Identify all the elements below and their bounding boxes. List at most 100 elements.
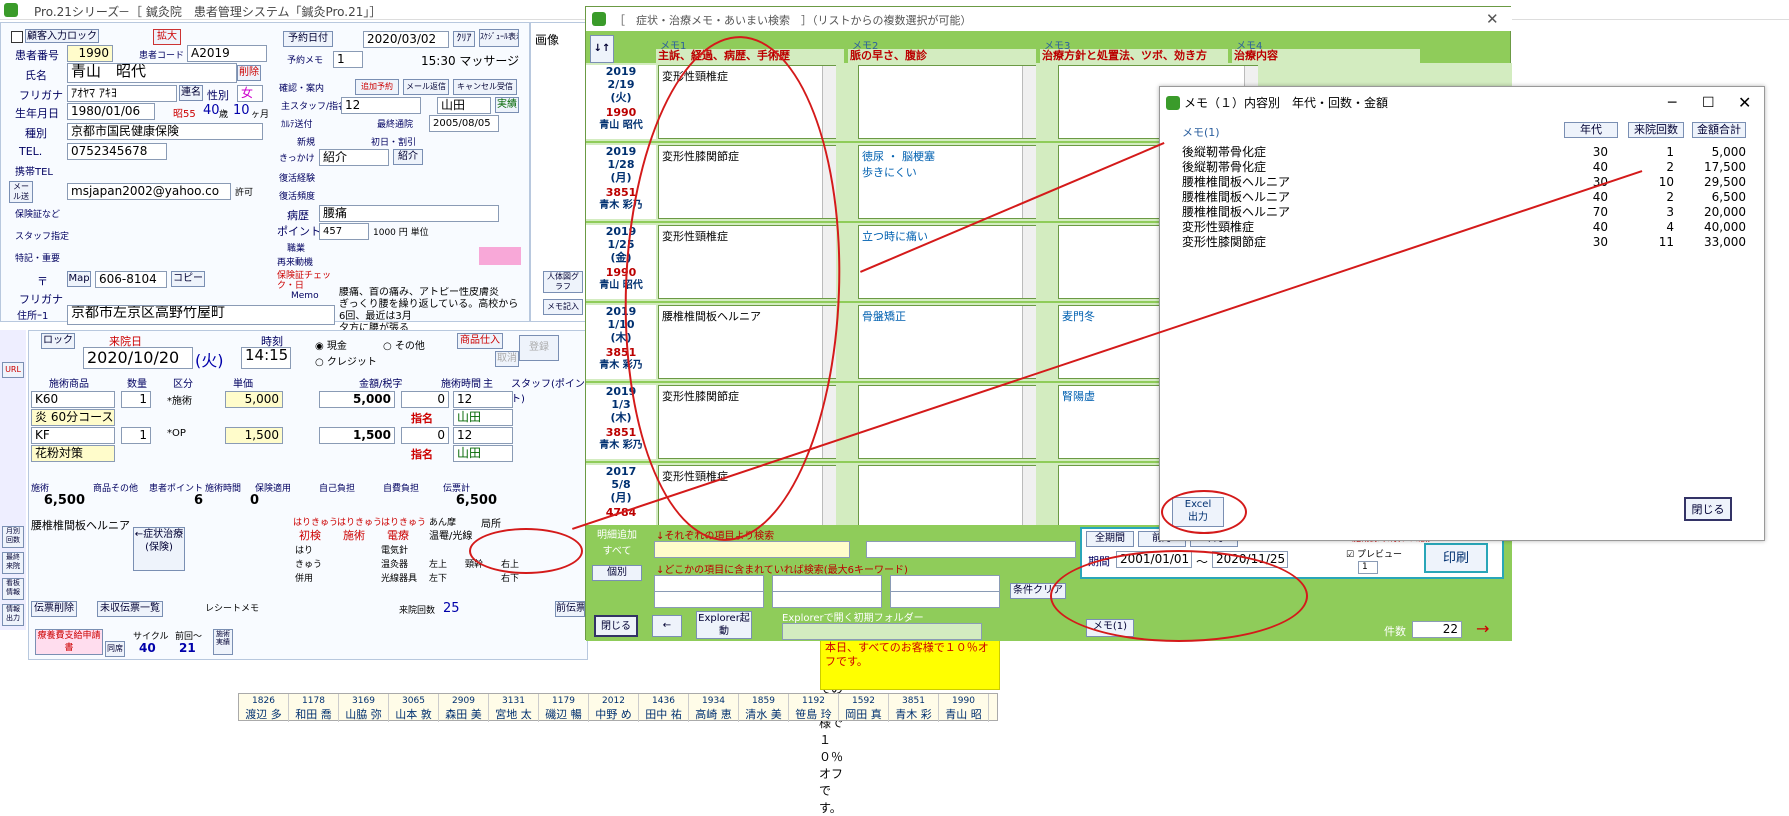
clear-button[interactable]: ｸﾘｱ: [453, 31, 475, 47]
memo-cell-scroll[interactable]: [1022, 226, 1036, 298]
item-qty[interactable]: 1: [121, 427, 151, 444]
points-field[interactable]: 457: [319, 223, 369, 240]
search-any-5[interactable]: [772, 591, 882, 608]
memo-back-button[interactable]: ←: [652, 615, 682, 637]
patient-strip-item[interactable]: 1179 磯辺 暢: [539, 694, 589, 722]
item-price[interactable]: 1,500: [225, 427, 283, 444]
maximize-icon[interactable]: ☐: [1702, 87, 1715, 119]
search-any-6[interactable]: [890, 591, 1000, 608]
rensho-button[interactable]: 連名: [179, 85, 203, 101]
memo-cell[interactable]: [858, 385, 1036, 459]
body-graph-button[interactable]: 人体図グラフ: [543, 271, 583, 293]
item-code[interactable]: K60: [31, 391, 115, 408]
popup-close-button[interactable]: 閉じる: [1684, 497, 1732, 521]
patient-no-field[interactable]: 1990: [67, 45, 113, 62]
customer-lock-button[interactable]: 顧客入力ロック: [25, 29, 99, 43]
next-arrow[interactable]: →: [1476, 619, 1489, 638]
popup-col-amount[interactable]: 金額合計: [1692, 122, 1746, 138]
goods-purchase-button[interactable]: 商品仕入: [457, 333, 503, 349]
zoom-button[interactable]: 拡大: [153, 29, 181, 45]
item-time[interactable]: 0: [401, 391, 449, 408]
cancel-connect-button[interactable]: キャンセル受信: [453, 79, 517, 95]
patient-strip-item[interactable]: 1826 渡辺 多: [239, 694, 289, 722]
left-nav-output[interactable]: 情報出力: [2, 604, 24, 626]
item-time[interactable]: 0: [401, 427, 449, 444]
pay-cash[interactable]: ◉ 現金: [315, 337, 347, 352]
memo-cell[interactable]: [858, 65, 1036, 139]
map-button[interactable]: Map: [67, 271, 91, 287]
diag-result-button[interactable]: 施術実績: [213, 629, 233, 655]
left-nav-url[interactable]: URL: [2, 362, 24, 378]
memo-cell-scroll[interactable]: [1022, 146, 1036, 218]
add-reserve-button[interactable]: 追加予約: [355, 79, 399, 95]
memo-cell-scroll[interactable]: [1022, 66, 1036, 138]
individual-button[interactable]: 個別: [592, 565, 642, 581]
patient-strip-item[interactable]: 2909 森田 美: [439, 694, 489, 722]
minimize-icon[interactable]: ─: [1668, 87, 1676, 119]
main-staff-field[interactable]: 12: [341, 97, 421, 114]
item-amount[interactable]: 1,500: [319, 427, 395, 444]
patient-strip-item[interactable]: 1192 笹島 玲: [789, 694, 839, 722]
item-code[interactable]: 炎 60分コース: [31, 409, 115, 426]
explorer-button[interactable]: Explorer起動: [696, 611, 752, 639]
patient-code-field[interactable]: A2019: [187, 45, 267, 62]
image-tab[interactable]: 画像: [535, 31, 559, 48]
item-staff[interactable]: 12: [453, 391, 513, 408]
search-any-4[interactable]: [654, 591, 764, 608]
patient-strip-item[interactable]: 1592 岡田 真: [839, 694, 889, 722]
patient-strip-item[interactable]: 1178 和田 喬: [289, 694, 339, 722]
popup-col-visits[interactable]: 来院回数: [1628, 122, 1684, 138]
memo-cell-scroll[interactable]: [1022, 306, 1036, 378]
search-any-2[interactable]: [772, 575, 882, 592]
patient-strip-item[interactable]: 3131 宮地 太: [489, 694, 539, 722]
mail-field[interactable]: msjapan2002@yahoo.co: [67, 183, 231, 200]
done-button[interactable]: 実績: [495, 97, 519, 113]
left-nav-last[interactable]: 最終来院: [2, 552, 24, 574]
memo-close-button[interactable]: 閉じる: [594, 615, 638, 637]
item-code[interactable]: KF: [31, 427, 115, 444]
search-each-2[interactable]: [866, 541, 1076, 558]
last-visit-field[interactable]: 2005/08/05: [429, 115, 499, 132]
patient-strip-item[interactable]: 1934 高崎 恵: [689, 694, 739, 722]
delete-button[interactable]: 削除: [237, 65, 261, 81]
reason-field[interactable]: 紹介: [319, 149, 389, 166]
patient-strip-item[interactable]: 1436 田中 祐: [639, 694, 689, 722]
popup-close-icon[interactable]: ✕: [1738, 87, 1751, 119]
sort-button[interactable]: ↓↑: [590, 35, 614, 63]
patient-strip-item[interactable]: 1859 清水 美: [739, 694, 789, 722]
copy-button[interactable]: コピー: [171, 271, 205, 287]
left-nav-info[interactable]: 看板情報: [2, 578, 24, 600]
type-field[interactable]: 京都市国民健康保険: [67, 123, 263, 140]
patient-strip-item[interactable]: 3851 青木 彩: [889, 694, 939, 722]
name-field[interactable]: 青山 昭代: [67, 63, 237, 83]
schedule-button[interactable]: ｽｹｼﾞｭｰﾙ表示: [479, 29, 519, 47]
left-nav-month[interactable]: 月別回数: [2, 526, 24, 548]
memo-cell-scroll[interactable]: [1022, 386, 1036, 458]
same-button[interactable]: 同席: [105, 641, 125, 657]
sex-field[interactable]: 女: [237, 85, 263, 102]
address-field[interactable]: 京都市左京区高野竹屋町: [67, 305, 335, 325]
patient-strip-item[interactable]: 3169 山脇 弥: [339, 694, 389, 722]
search-each-1[interactable]: [654, 541, 850, 558]
mail-connect-button[interactable]: メール返信: [403, 79, 449, 95]
pay-other[interactable]: ○ その他: [383, 337, 425, 352]
patient-strip-item[interactable]: 2012 中野 め: [589, 694, 639, 722]
item-qty[interactable]: 1: [121, 391, 151, 408]
item-staff[interactable]: 山田: [453, 409, 513, 426]
memo-cell[interactable]: 骨盤矯正: [858, 305, 1036, 379]
detail-add[interactable]: 明細追加: [592, 529, 642, 543]
search-any-3[interactable]: [890, 575, 1000, 592]
pay-credit[interactable]: ○ クレジット: [315, 353, 377, 368]
visit-lock[interactable]: ロック: [41, 333, 75, 349]
register-button[interactable]: 登録: [519, 335, 559, 361]
patient-strip-item[interactable]: 1990 青山 昭: [939, 694, 989, 722]
birth-field[interactable]: 1980/01/06: [67, 103, 155, 120]
cancel-button[interactable]: 取消: [495, 351, 519, 367]
popup-col-age[interactable]: 年代: [1564, 122, 1618, 138]
prev-slip-button[interactable]: 前伝票: [555, 601, 585, 617]
reserve-memo-no[interactable]: 1: [333, 51, 363, 68]
time-field[interactable]: 14:15: [241, 347, 291, 369]
zip-field[interactable]: 606-8104: [95, 271, 167, 288]
visit-date-field[interactable]: 2020/10/20: [83, 347, 193, 369]
period-all[interactable]: 全期間: [1086, 531, 1134, 547]
